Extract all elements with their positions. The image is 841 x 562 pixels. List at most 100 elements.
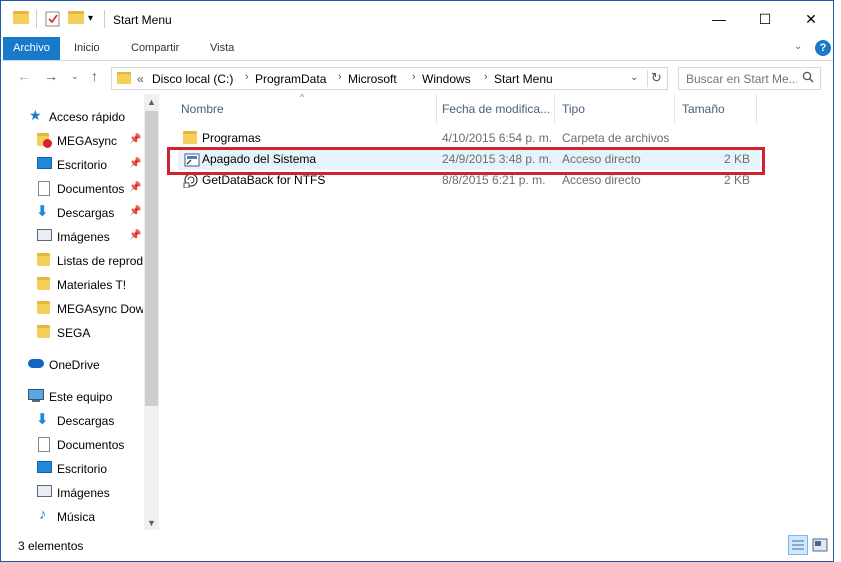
new-folder-icon[interactable] <box>68 11 84 27</box>
nav-item-megasync-down[interactable]: MEGAsync Down <box>1 297 143 321</box>
nav-label: MEGAsync Down <box>57 302 143 316</box>
tab-archivo[interactable]: Archivo <box>3 37 60 60</box>
navigation-scrollbar[interactable]: ▲ ▼ <box>144 94 159 530</box>
folder-icon <box>13 11 29 27</box>
nav-label: Escritorio <box>57 158 108 172</box>
scroll-up-icon[interactable]: ▲ <box>147 97 156 107</box>
column-divider[interactable] <box>756 94 757 124</box>
nav-item-listas[interactable]: Listas de reprodu <box>1 249 143 273</box>
nav-item-pc-escritorio[interactable]: Escritorio <box>1 457 143 481</box>
file-type: Acceso directo <box>562 173 641 187</box>
back-arrow-icon[interactable]: ← <box>17 68 31 84</box>
megasync-folder-icon <box>37 133 53 148</box>
column-divider[interactable] <box>674 94 675 124</box>
nav-label: Listas de reprodu <box>57 254 143 268</box>
nav-item-imagenes[interactable]: Imágenes 📌 <box>1 225 143 249</box>
search-input[interactable] <box>679 68 797 89</box>
recent-locations-dropdown-icon[interactable]: ⌄ <box>71 71 79 82</box>
file-type: Carpeta de archivos <box>562 131 670 145</box>
nav-item-pc-musica[interactable]: ♪ Música <box>1 505 143 529</box>
breadcrumb-microsoft[interactable]: Microsoft <box>348 72 397 86</box>
navigation-bar: ← → ⌄ ↑ « Disco local (C:) › ProgramData… <box>1 62 833 94</box>
pin-icon[interactable]: 📌 <box>129 134 141 145</box>
nav-label: Documentos <box>57 182 125 196</box>
breadcrumb-overflow[interactable]: « <box>137 72 144 86</box>
refresh-icon[interactable]: ↻ <box>647 70 665 87</box>
file-size: 2 KB <box>723 173 750 187</box>
maximize-button[interactable]: ☐ <box>742 1 788 37</box>
app-shortcut-icon <box>183 173 199 189</box>
chevron-right-icon[interactable]: › <box>245 71 249 83</box>
documents-icon <box>38 181 54 196</box>
breadcrumb-windows[interactable]: Windows <box>422 72 471 86</box>
column-header-date[interactable]: Fecha de modifica... <box>442 102 550 116</box>
large-icons-view-icon[interactable] <box>810 535 830 555</box>
title-bar: ▾ Start Menu — ☐ ✕ <box>1 1 833 37</box>
breadcrumb-start-menu[interactable]: Start Menu <box>494 72 553 86</box>
ribbon-expand-icon[interactable]: ⌄ <box>794 41 802 52</box>
nav-item-sega[interactable]: SEGA <box>1 321 143 345</box>
quick-access-dropdown-icon[interactable]: ▾ <box>88 13 104 29</box>
pictures-icon <box>37 485 53 500</box>
help-icon[interactable]: ? <box>815 40 831 56</box>
breadcrumb-disco-local[interactable]: Disco local (C:) <box>152 72 233 86</box>
nav-item-pc-descargas[interactable]: ⬇ Descargas <box>1 409 143 433</box>
desktop-icon <box>37 461 53 476</box>
properties-icon[interactable] <box>45 11 61 27</box>
nav-item-megasync[interactable]: MEGAsync 📌 <box>1 129 143 153</box>
nav-item-documentos[interactable]: Documentos 📌 <box>1 177 143 201</box>
forward-arrow-icon[interactable]: → <box>44 68 58 84</box>
nav-label: Este equipo <box>49 390 113 404</box>
column-divider[interactable] <box>554 94 555 124</box>
nav-label: Acceso rápido <box>49 110 126 124</box>
nav-item-escritorio[interactable]: Escritorio 📌 <box>1 153 143 177</box>
column-header-size[interactable]: Tamaño <box>682 102 725 116</box>
pin-icon[interactable]: 📌 <box>129 206 141 217</box>
scrollbar-thumb[interactable] <box>145 111 158 406</box>
tab-compartir[interactable]: Compartir <box>121 37 189 60</box>
column-header-type[interactable]: Tipo <box>562 102 585 116</box>
search-box[interactable] <box>678 67 821 90</box>
nav-label: Descargas <box>57 206 115 220</box>
address-dropdown-icon[interactable]: ⌄ <box>630 72 638 83</box>
breadcrumb-programdata[interactable]: ProgramData <box>255 72 326 86</box>
nav-item-descargas[interactable]: ⬇ Descargas 📌 <box>1 201 143 225</box>
pin-icon[interactable]: 📌 <box>129 230 141 241</box>
nav-item-materiales[interactable]: Materiales T! <box>1 273 143 297</box>
chevron-right-icon[interactable]: › <box>484 71 488 83</box>
download-arrow-icon: ⬇ <box>36 203 49 220</box>
minimize-button[interactable]: — <box>696 1 742 37</box>
up-arrow-icon[interactable]: ↑ <box>91 68 98 84</box>
tab-vista[interactable]: Vista <box>200 37 244 60</box>
documents-icon <box>38 437 54 452</box>
search-icon[interactable] <box>802 71 814 86</box>
tab-inicio[interactable]: Inicio <box>64 37 110 60</box>
address-bar[interactable]: « Disco local (C:) › ProgramData › Micro… <box>111 67 668 90</box>
file-row-programas[interactable]: Programas 4/10/2015 6:54 p. m. Carpeta d… <box>178 128 760 149</box>
nav-item-quick-access[interactable]: ★ Acceso rápido <box>1 105 143 129</box>
nav-item-pc-imagenes[interactable]: Imágenes <box>1 481 143 505</box>
details-view-icon[interactable] <box>788 535 808 555</box>
scroll-down-icon[interactable]: ▼ <box>147 518 156 528</box>
nav-label: SEGA <box>57 326 91 340</box>
column-divider[interactable] <box>436 94 437 124</box>
pin-icon[interactable]: 📌 <box>129 182 141 193</box>
download-arrow-icon: ⬇ <box>36 411 49 428</box>
column-header-name[interactable]: Nombre <box>181 102 224 116</box>
chevron-right-icon[interactable]: › <box>338 71 342 83</box>
file-list: ^ Nombre Fecha de modifica... Tipo Tamañ… <box>160 92 833 530</box>
close-button[interactable]: ✕ <box>788 1 834 37</box>
chevron-right-icon[interactable]: › <box>412 71 416 83</box>
pin-icon[interactable]: 📌 <box>129 158 141 169</box>
file-date: 4/10/2015 6:54 p. m. <box>442 131 553 145</box>
folder-icon <box>37 277 53 292</box>
window-title: Start Menu <box>113 13 172 27</box>
file-explorer-window: ▾ Start Menu — ☐ ✕ Archivo Inicio Compar… <box>0 0 834 562</box>
nav-item-onedrive[interactable]: OneDrive <box>1 353 143 377</box>
file-date: 8/8/2015 6:21 p. m. <box>442 173 546 187</box>
nav-label: Imágenes <box>57 230 110 244</box>
nav-item-pc-documentos[interactable]: Documentos <box>1 433 143 457</box>
nav-label: MEGAsync <box>57 134 118 148</box>
nav-item-este-equipo[interactable]: Este equipo <box>1 385 143 409</box>
background-window-edge <box>833 0 841 562</box>
